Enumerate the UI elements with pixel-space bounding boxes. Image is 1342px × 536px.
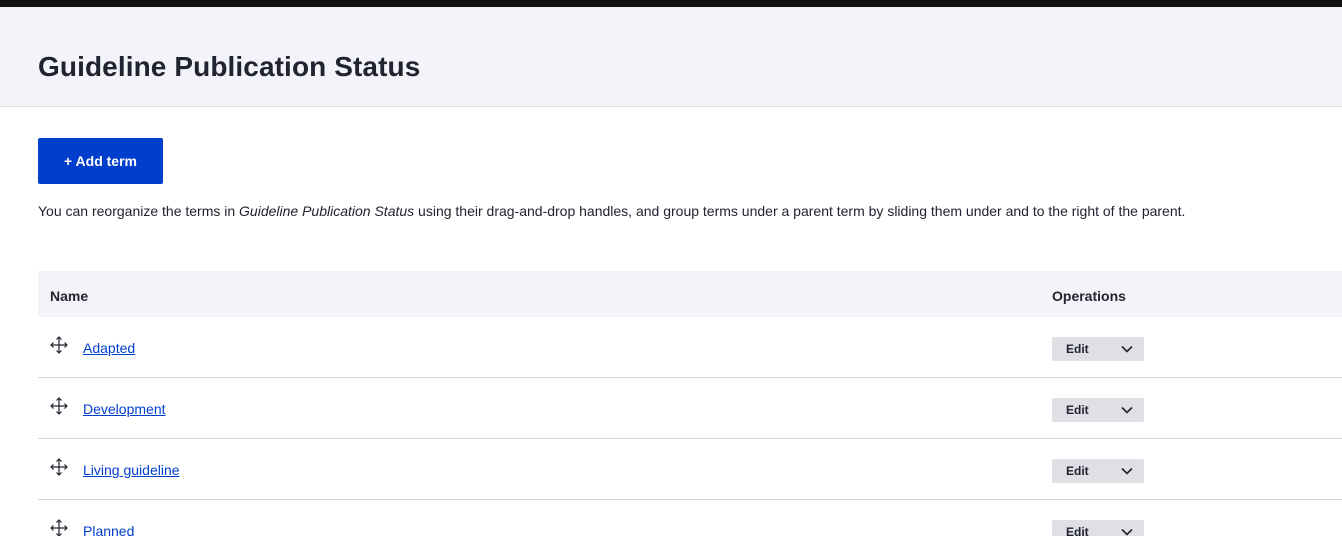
- edit-button[interactable]: Edit: [1052, 403, 1110, 417]
- page-title: Guideline Publication Status: [38, 51, 421, 82]
- column-header-operations: Operations: [1052, 288, 1126, 304]
- table-row: Planned Edit: [38, 500, 1342, 536]
- operations-dropbutton: Edit: [1052, 520, 1144, 536]
- help-text: You can reorganize the terms in Guidelin…: [38, 203, 1185, 219]
- term-link-planned[interactable]: Planned: [83, 523, 134, 536]
- term-link-living-guideline[interactable]: Living guideline: [83, 462, 180, 478]
- chevron-down-icon[interactable]: [1110, 459, 1144, 483]
- chevron-down-icon[interactable]: [1110, 337, 1144, 361]
- admin-toolbar: [0, 0, 1342, 7]
- chevron-down-icon[interactable]: [1110, 398, 1144, 422]
- term-link-development[interactable]: Development: [83, 401, 166, 417]
- help-text-end: using their drag-and-drop handles, and g…: [414, 203, 1186, 219]
- operations-dropbutton: Edit: [1052, 459, 1144, 483]
- drag-handle-icon[interactable]: [50, 397, 68, 415]
- edit-button[interactable]: Edit: [1052, 342, 1110, 356]
- drag-handle-icon[interactable]: [50, 458, 68, 476]
- add-term-button[interactable]: + Add term: [38, 138, 163, 184]
- help-text-start: You can reorganize the terms in: [38, 203, 240, 219]
- column-header-name: Name: [50, 288, 89, 304]
- vocabulary-name: Guideline Publication Status: [239, 203, 415, 219]
- drag-handle-icon[interactable]: [50, 519, 68, 536]
- drag-handle-icon[interactable]: [50, 336, 68, 354]
- table-row: Adapted Edit: [38, 317, 1342, 378]
- table-row: Living guideline Edit: [38, 439, 1342, 500]
- edit-button[interactable]: Edit: [1052, 525, 1110, 536]
- chevron-down-icon[interactable]: [1110, 520, 1144, 536]
- page-header: Guideline Publication Status: [0, 7, 1342, 107]
- operations-dropbutton: Edit: [1052, 398, 1144, 422]
- table-header: Name Operations: [38, 271, 1342, 317]
- operations-dropbutton: Edit: [1052, 337, 1144, 361]
- table-row: Development Edit: [38, 378, 1342, 439]
- terms-table: Name Operations Adapted Edit Development…: [38, 271, 1342, 536]
- term-link-adapted[interactable]: Adapted: [83, 340, 135, 356]
- edit-button[interactable]: Edit: [1052, 464, 1110, 478]
